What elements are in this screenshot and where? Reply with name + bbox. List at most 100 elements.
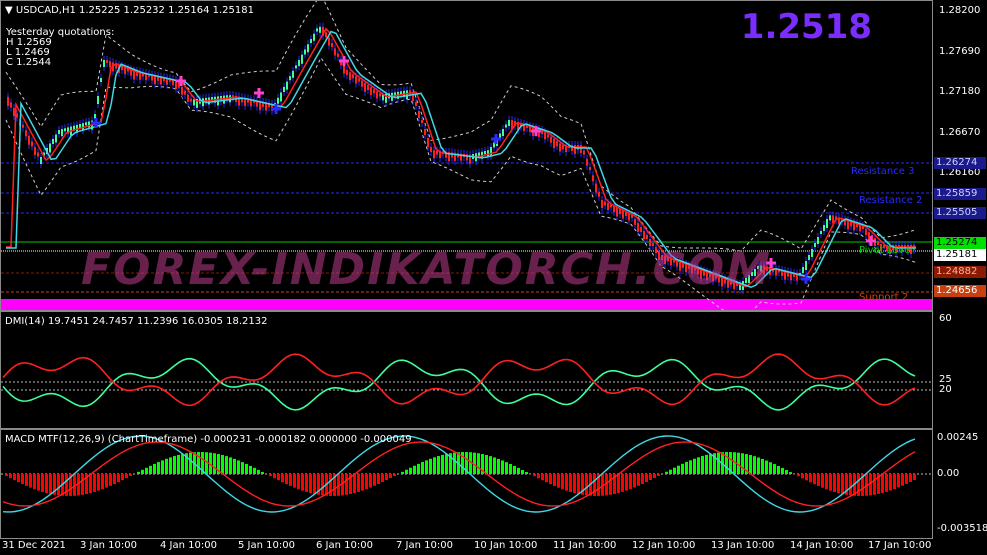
candle (547, 134, 549, 138)
macd-histogram-bar (621, 474, 624, 492)
macd-histogram-bar (221, 454, 224, 474)
candle (337, 53, 339, 57)
time-label: 10 Jan 10:00 (474, 540, 538, 551)
macd-histogram-bar (717, 452, 720, 474)
macd-histogram-bar (625, 474, 628, 491)
macd-histogram-bar (409, 467, 412, 474)
macd-histogram-bar (365, 474, 368, 490)
macd-histogram-bar (149, 465, 152, 474)
price-scale[interactable]: 1.28200 1.27690 1.27180 1.26670 1.26160 (933, 0, 987, 311)
candle (601, 200, 603, 208)
time-label: 3 Jan 10:00 (80, 540, 137, 551)
macd-panel[interactable]: MACD MTF(12,26,9) (ChartTimeframe) -0.00… (0, 429, 933, 539)
candle (487, 150, 489, 157)
macd-histogram-bar (281, 474, 284, 483)
macd-histogram-bar (261, 471, 264, 474)
macd-histogram-bar (309, 474, 312, 494)
candle (58, 130, 60, 134)
macd-histogram-bar (389, 474, 392, 479)
macd-histogram-bar (153, 463, 156, 474)
candle (49, 143, 51, 153)
macd-histogram-bar (513, 465, 516, 474)
macd-histogram-bar (321, 474, 324, 496)
r2-price-tag: 1.25859 (934, 188, 986, 200)
macd-histogram-bar (37, 474, 40, 491)
candle (52, 139, 54, 144)
dmi-header: DMI(14) 19.7451 24.7457 11.2396 16.0305 … (5, 316, 268, 327)
macd-histogram-bar (109, 474, 112, 486)
candle (508, 120, 510, 126)
macd-histogram-bar (913, 474, 916, 481)
macd-histogram-bar (353, 474, 356, 494)
macd-histogram-bar (125, 474, 128, 479)
candle (286, 81, 288, 90)
macd-histogram-bar (833, 474, 836, 493)
macd-histogram-bar (417, 463, 420, 474)
macd-histogram-bar (377, 474, 380, 485)
candle (607, 203, 609, 210)
macd-histogram-bar (289, 474, 292, 486)
macd-histogram-bar (693, 458, 696, 474)
dmi-plus-line (2, 357, 916, 411)
time-label: 12 Jan 10:00 (632, 540, 696, 551)
macd-histogram-bar (889, 474, 892, 491)
watermark: FOREX-INDIKATORCH.COM (81, 244, 772, 295)
macd-histogram-bar (257, 469, 260, 474)
macd-histogram-bar (553, 474, 556, 486)
macd-histogram-bar (225, 456, 228, 474)
macd-histogram-bar (537, 474, 540, 479)
candle (187, 94, 189, 102)
macd-histogram-bar (41, 474, 44, 492)
candle (616, 207, 618, 217)
macd-histogram-bar (781, 467, 784, 474)
macd-histogram-bar (401, 471, 404, 474)
macd-histogram-bar (345, 474, 348, 495)
macd-histogram-bar (881, 474, 884, 493)
candle (346, 70, 348, 75)
macd-scale[interactable]: 0.00245 0.00 -0.003518 (933, 429, 987, 539)
macd-histogram-bar (29, 474, 32, 488)
macd-tick: 0.00 (937, 468, 960, 479)
time-axis[interactable]: 31 Dec 2021 3 Jan 10:00 4 Jan 10:00 5 Ja… (0, 539, 987, 555)
macd-histogram-bar (97, 474, 100, 491)
macd-histogram-bar (9, 474, 12, 479)
candle (367, 85, 369, 90)
candle (826, 219, 828, 228)
macd-histogram-bar (89, 474, 92, 494)
candle (823, 225, 825, 231)
dmi-panel[interactable]: DMI(14) 19.7451 24.7457 11.2396 16.0305 … (0, 311, 933, 429)
time-label: 11 Jan 10:00 (553, 540, 617, 551)
s2-price-tag: 1.24656 (934, 285, 986, 297)
macd-histogram-bar (165, 458, 168, 474)
candle (292, 70, 294, 78)
macd-histogram-bar (585, 474, 588, 496)
macd-histogram-bar (213, 453, 216, 474)
macd-histogram-bar (121, 474, 124, 481)
candle (553, 139, 555, 148)
macd-histogram-bar (169, 457, 172, 474)
macd-histogram-bar (741, 453, 744, 474)
dropdown-arrow-icon[interactable]: ▼ (5, 5, 13, 16)
candle (415, 102, 417, 106)
macd-histogram-bar (393, 474, 396, 477)
main-chart-panel[interactable]: FOREX-INDIKATORCH.COM ▼ USDCAD,H1 1.2522… (0, 0, 933, 311)
candle (550, 136, 552, 143)
macd-histogram-bar (801, 474, 804, 479)
candle (349, 72, 351, 81)
candle (229, 95, 231, 103)
macd-histogram-bar (629, 474, 632, 490)
candle (634, 219, 636, 225)
symbol-quote: USDCAD,H1 1.25225 1.25232 1.25164 1.2518… (15, 5, 254, 16)
macd-histogram-bar (509, 464, 512, 474)
candle (13, 108, 15, 116)
dmi-scale[interactable]: 60 25 20 (933, 311, 987, 429)
macd-histogram-bar (385, 474, 388, 481)
macd-histogram-bar (245, 463, 248, 474)
macd-histogram-bar (445, 453, 448, 474)
time-label: 17 Jan 10:00 (868, 540, 932, 551)
macd-histogram-bar (241, 462, 244, 474)
macd-histogram-bar (253, 467, 256, 474)
macd-histogram-bar (301, 474, 304, 491)
macd-histogram-bar (825, 474, 828, 490)
macd-histogram-bar (161, 460, 164, 474)
